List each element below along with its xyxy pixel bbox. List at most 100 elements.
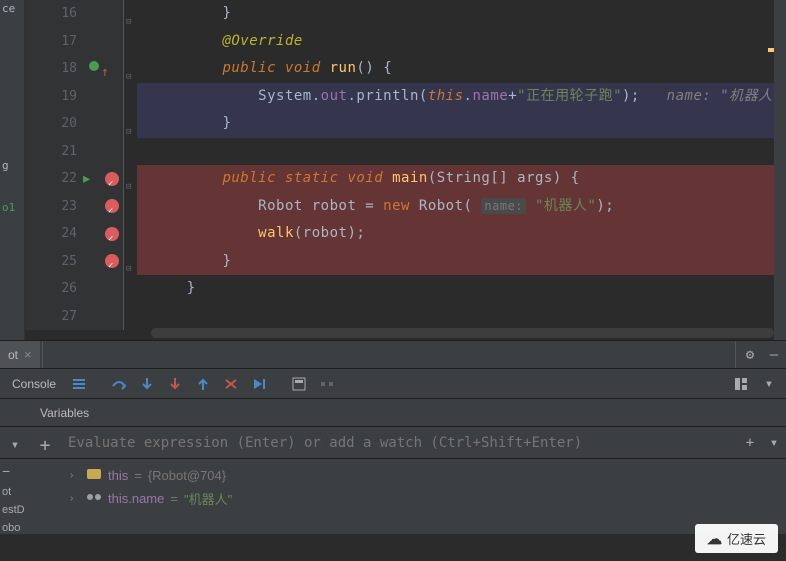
code-line[interactable]: 22▶⊟ public static void main(String[] ar… <box>25 165 786 193</box>
force-step-into-icon[interactable] <box>162 371 188 397</box>
line-number[interactable]: 22 <box>25 165 85 193</box>
code-line[interactable]: 16 ⊟ } <box>25 0 786 28</box>
line-number[interactable]: 20 <box>25 110 85 138</box>
fold-gutter[interactable] <box>123 138 137 166</box>
minimize-icon[interactable]: — <box>762 347 786 363</box>
add-watch-icon[interactable]: + <box>738 434 762 452</box>
horizontal-scrollbar[interactable] <box>151 328 774 338</box>
panel-item[interactable]: o1 <box>0 199 24 216</box>
code-text[interactable] <box>137 138 151 166</box>
fold-gutter[interactable] <box>123 83 137 111</box>
code-line[interactable]: 18↑⊟ public void run() { <box>25 55 786 83</box>
chevron-down-icon[interactable]: ▾ <box>762 434 786 452</box>
project-panel[interactable]: ce g o1 <box>0 0 25 340</box>
fold-close-icon[interactable]: ⊟ <box>126 256 136 266</box>
code-line[interactable]: 24 walk(robot); <box>25 220 786 248</box>
frame-item[interactable]: ot <box>0 483 60 501</box>
fold-gutter[interactable]: ⊟ <box>123 0 137 28</box>
fold-gutter[interactable]: ⊟ <box>123 110 137 138</box>
line-number[interactable]: 16 <box>25 0 85 28</box>
gutter-markers[interactable] <box>85 138 123 166</box>
chevron-down-icon[interactable]: ▾ <box>756 371 782 397</box>
gutter-markers[interactable] <box>85 193 123 221</box>
gutter-markers[interactable]: ↑ <box>85 55 123 83</box>
code-line[interactable]: 17 @Override <box>25 28 786 56</box>
panel-item[interactable]: ce <box>0 0 24 17</box>
minus-icon[interactable]: − <box>2 462 10 480</box>
code-text[interactable]: } <box>137 0 231 28</box>
code-line[interactable]: 27 <box>25 303 786 331</box>
gutter-markers[interactable] <box>85 83 123 111</box>
expand-icon[interactable]: › <box>70 470 80 481</box>
fold-gutter[interactable]: ⊟ <box>123 55 137 83</box>
gutter-markers[interactable] <box>85 275 123 303</box>
line-number[interactable]: 18 <box>25 55 85 83</box>
gutter-markers[interactable] <box>85 28 123 56</box>
debug-tab[interactable]: ot × <box>0 341 40 368</box>
gutter-markers[interactable] <box>85 110 123 138</box>
trace-icon[interactable] <box>314 371 340 397</box>
variable-row[interactable]: ›this = {Robot@704} <box>70 465 776 486</box>
fold-gutter[interactable] <box>123 220 137 248</box>
fold-open-icon[interactable]: ⊟ <box>126 174 136 184</box>
fold-open-icon[interactable]: ⊟ <box>126 64 136 74</box>
code-line[interactable]: 25⊟ } <box>25 248 786 276</box>
console-tab[interactable]: Console <box>4 377 64 391</box>
code-text[interactable]: public void run() { <box>137 55 392 83</box>
run-to-cursor-icon[interactable] <box>246 371 272 397</box>
chevron-down-icon[interactable]: ▾ <box>11 436 19 454</box>
code-text[interactable]: } <box>137 275 196 303</box>
step-out-icon[interactable] <box>190 371 216 397</box>
gutter-markers[interactable] <box>85 248 123 276</box>
line-number[interactable]: 17 <box>25 28 85 56</box>
fold-gutter[interactable] <box>123 275 137 303</box>
gutter-markers[interactable] <box>85 303 123 331</box>
fold-close-icon[interactable]: ⊟ <box>126 119 136 129</box>
step-over-icon[interactable] <box>106 371 132 397</box>
close-icon[interactable]: × <box>24 347 32 362</box>
expand-icon[interactable]: › <box>70 493 80 504</box>
breakpoint-icon[interactable] <box>105 199 119 213</box>
code-editor[interactable]: 16⊟ }17 @Override18↑⊟ public void run() … <box>25 0 786 340</box>
gear-icon[interactable]: ⚙ <box>738 347 762 363</box>
gutter-markers[interactable]: ▶ <box>85 165 123 193</box>
breakpoint-icon[interactable] <box>105 254 119 268</box>
code-line[interactable]: 21 <box>25 138 786 166</box>
line-number[interactable]: 24 <box>25 220 85 248</box>
gutter-markers[interactable] <box>85 0 123 28</box>
breakpoint-icon[interactable] <box>105 227 119 241</box>
breakpoint-icon[interactable] <box>105 172 119 186</box>
code-line[interactable]: 26 } <box>25 275 786 303</box>
code-line[interactable]: 19 System.out.println(this.name+"正在用轮子跑"… <box>25 83 786 111</box>
plus-icon[interactable]: + <box>40 434 51 457</box>
line-number[interactable]: 23 <box>25 193 85 221</box>
frame-item[interactable]: obo <box>0 519 60 534</box>
evaluate-icon[interactable] <box>286 371 312 397</box>
panel-item[interactable]: g <box>0 157 24 174</box>
fold-gutter[interactable] <box>123 28 137 56</box>
variables-tab[interactable]: Variables <box>0 399 786 427</box>
drop-frame-icon[interactable] <box>218 371 244 397</box>
line-number[interactable]: 26 <box>25 275 85 303</box>
line-number[interactable]: 25 <box>25 248 85 276</box>
fold-gutter[interactable] <box>123 193 137 221</box>
run-icon[interactable]: ▶ <box>83 165 90 193</box>
layout-icon[interactable] <box>728 371 754 397</box>
variable-row[interactable]: ›this.name = "机器人" <box>70 486 776 511</box>
vertical-scrollbar[interactable] <box>774 0 786 340</box>
code-text[interactable]: @Override <box>137 28 303 56</box>
variables-tree[interactable]: ›this = {Robot@704}›this.name = "机器人" <box>60 459 786 534</box>
frame-item[interactable]: estD <box>0 501 60 519</box>
fold-gutter[interactable] <box>123 303 137 331</box>
line-number[interactable]: 19 <box>25 83 85 111</box>
line-number[interactable]: 27 <box>25 303 85 331</box>
threads-icon[interactable] <box>66 371 92 397</box>
code-line[interactable]: 23 Robot robot = new Robot( name: "机器人")… <box>25 193 786 221</box>
step-into-icon[interactable] <box>134 371 160 397</box>
evaluate-input[interactable] <box>60 435 738 451</box>
line-number[interactable]: 21 <box>25 138 85 166</box>
code-line[interactable]: 20⊟ } <box>25 110 786 138</box>
fold-close-icon[interactable]: ⊟ <box>126 9 136 19</box>
fold-gutter[interactable]: ⊟ <box>123 165 137 193</box>
code-text[interactable] <box>137 303 151 331</box>
